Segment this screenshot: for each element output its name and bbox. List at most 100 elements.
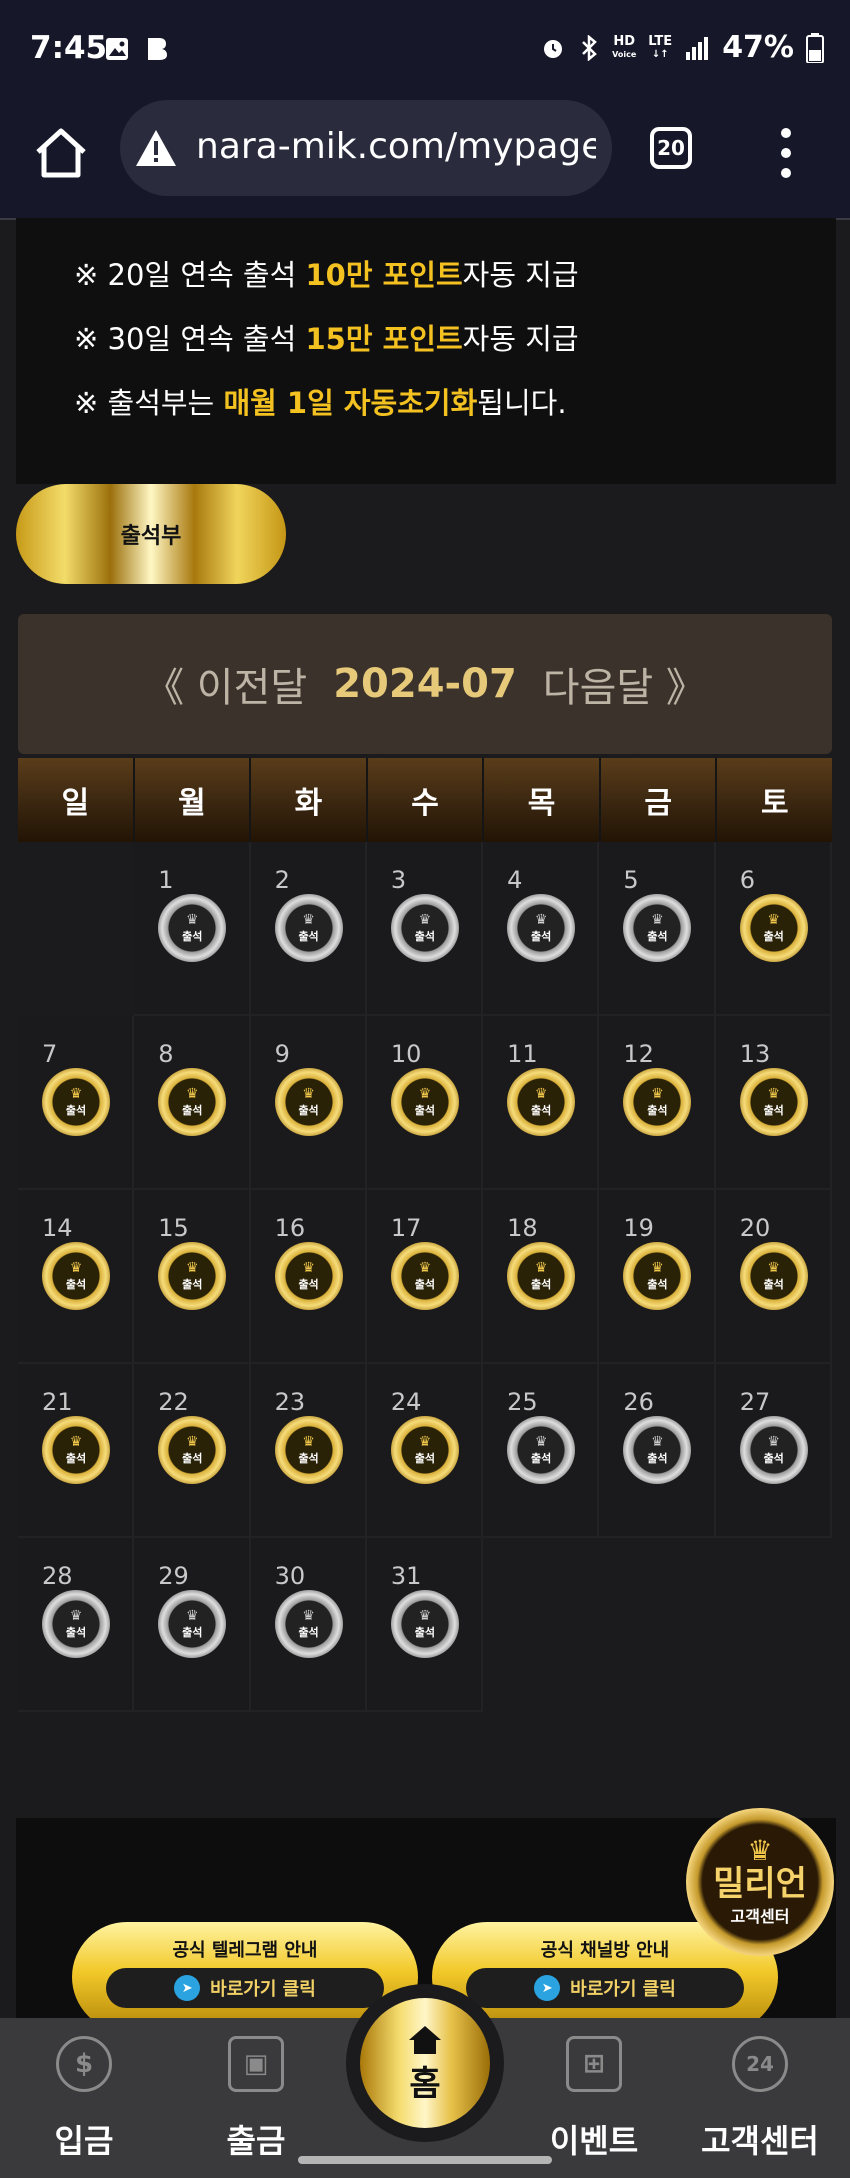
attendance-stamp-unchecked: ♛ 출석: [158, 894, 227, 962]
calendar-day: 31 ♛ 출석: [366, 1538, 484, 1712]
day-number: 26: [623, 1388, 654, 1416]
calendar-day: 9 ♛ 출석: [250, 1016, 367, 1190]
stamp-label: 출석: [763, 1277, 784, 1291]
gallery-icon: [106, 38, 128, 60]
telegram-banner[interactable]: 공식 텔레그램 안내 ➤ 바로가기 클릭: [72, 1922, 418, 2018]
crown-icon: ♛: [418, 1259, 432, 1276]
customer-center-badge[interactable]: ♛ 밀리언 고객센터: [686, 1808, 834, 1956]
stamp-label: 출석: [647, 1277, 668, 1291]
nav-home[interactable]: 홈: [346, 1984, 504, 2142]
day-number: 25: [507, 1388, 538, 1416]
day-number: 27: [739, 1388, 771, 1416]
calendar-day: 22 ♛ 출석: [134, 1364, 251, 1538]
calendar-day: 5 ♛ 출석: [599, 842, 716, 1016]
stamp-label: 출석: [531, 1277, 552, 1291]
weekday-thu: 목: [484, 758, 601, 842]
attendance-book-button[interactable]: 출석부: [16, 484, 286, 584]
stamp-label: 출석: [647, 929, 668, 943]
browser-toolbar: nara-mik.com/mypage 20: [0, 100, 850, 220]
stamp-label: 출석: [763, 1451, 784, 1465]
calendar-day: 17 ♛ 출석: [366, 1190, 484, 1364]
address-bar[interactable]: nara-mik.com/mypage: [120, 100, 612, 196]
crown-icon: ♛: [186, 1085, 199, 1102]
crown-icon: ♛: [302, 1259, 315, 1276]
calendar-week: 21 ♛ 출석 22 ♛ 출석 23 ♛ 출석 24 ♛ 출석 25 ♛ 출석 26 ♛ 출석 27 ♛ 출석: [18, 1364, 832, 1538]
attendance-stamp-checked: ♛ 출석: [623, 1068, 692, 1136]
url-text[interactable]: nara-mik.com/mypage: [196, 126, 596, 167]
attendance-stamp-checked: ♛ 출석: [507, 1068, 576, 1136]
battery-percent: 47%: [722, 30, 794, 65]
attendance-stamp-checked: ♛ 출석: [507, 1242, 576, 1310]
nav-deposit[interactable]: $ 입금: [14, 2036, 154, 2162]
attendance-stamp-checked: ♛ 출석: [390, 1416, 459, 1484]
crown-icon: ♛: [534, 1259, 548, 1276]
calendar-week: 1 ♛ 출석 2 ♛ 출석 3 ♛ 출석 4 ♛ 출석 5 ♛ 출석 6 ♛ 출석: [18, 842, 832, 1016]
day-number: 1: [158, 866, 174, 894]
calendar-day: 24 ♛ 출석: [366, 1364, 484, 1538]
crown-icon: ♛: [418, 911, 432, 928]
calendar-day: 10 ♛ 출석: [366, 1016, 484, 1190]
crown-icon: ♛: [302, 1607, 315, 1624]
current-month: 2024-07: [333, 661, 517, 707]
lte-indicator: LTE ↓↑: [648, 33, 673, 60]
stamp-label: 출석: [647, 1103, 668, 1117]
status-time: 7:45: [30, 30, 108, 66]
prev-month-link[interactable]: 《 이전달: [144, 655, 307, 713]
stamp-label: 출석: [647, 1451, 668, 1465]
home-icon: [409, 2025, 441, 2054]
crown-icon: ♛: [651, 911, 664, 928]
attendance-stamp-checked: ♛ 출석: [623, 1242, 692, 1310]
overflow-menu-icon[interactable]: [778, 128, 794, 178]
attendance-stamp-checked: ♛ 출석: [42, 1068, 110, 1136]
telegram-go-button[interactable]: ➤ 바로가기 클릭: [106, 1968, 384, 2008]
crown-icon: ♛: [651, 1259, 664, 1276]
calendar-week: 14 ♛ 출석 15 ♛ 출석 16 ♛ 출석 17 ♛ 출석 18 ♛ 출석 19 ♛ 출석 20 ♛ 출석: [18, 1190, 832, 1364]
attendance-stamp-checked: ♛ 출석: [158, 1068, 227, 1136]
stamp-label: 출석: [65, 1625, 87, 1639]
day-number: 19: [623, 1214, 654, 1242]
support-24-icon: 24: [732, 2036, 788, 2092]
next-month-link[interactable]: 다음달 》: [543, 655, 706, 713]
stamp-label: 출석: [182, 1277, 203, 1291]
stamp-label: 출석: [298, 1277, 319, 1291]
notice-line: ※ 30일 연속 출석 15만 포인트자동 지급: [74, 322, 579, 356]
attendance-stamp-unchecked: ♛ 출석: [507, 894, 576, 962]
crown-icon: ♛: [69, 1607, 83, 1624]
attendance-stamp-unchecked: ♛ 출석: [623, 1416, 692, 1484]
channel-go-button[interactable]: ➤ 바로가기 클릭: [466, 1968, 744, 2008]
nav-support[interactable]: 24 고객센터: [690, 2036, 830, 2162]
calendar-day: 18 ♛ 출석: [483, 1190, 600, 1364]
nav-event[interactable]: ⊞ 이벤트: [524, 2036, 664, 2162]
day-number: 31: [390, 1562, 422, 1590]
crown-icon: ♛: [302, 1433, 315, 1450]
calendar-day: 16 ♛ 출석: [250, 1190, 367, 1364]
attendance-stamp-checked: ♛ 출석: [158, 1242, 227, 1310]
attendance-stamp-checked: ♛ 출석: [739, 1242, 808, 1310]
crown-icon: ♛: [69, 1433, 83, 1450]
attendance-stamp-checked: ♛ 출석: [390, 1242, 459, 1310]
attendance-stamp-checked: ♛ 출석: [274, 1416, 343, 1484]
gesture-bar[interactable]: [298, 2156, 552, 2164]
day-number: 22: [158, 1388, 189, 1416]
day-number: 28: [42, 1562, 73, 1590]
attendance-stamp-checked: ♛ 출석: [274, 1242, 343, 1310]
calendar-empty-cell: [483, 1538, 600, 1712]
warning-icon[interactable]: [134, 128, 178, 168]
day-number: 14: [42, 1214, 73, 1242]
stamp-label: 출석: [298, 1103, 319, 1117]
crown-icon: ♛: [186, 1433, 199, 1450]
battery-icon: [806, 32, 824, 63]
notice-line: ※ 20일 연속 출석 10만 포인트자동 지급: [74, 258, 579, 292]
gift-icon: ⊞: [566, 2036, 622, 2092]
calendar-day: 12 ♛ 출석: [599, 1016, 716, 1190]
attendance-stamp-unchecked: ♛ 출석: [739, 1416, 808, 1484]
attendance-stamp-checked: ♛ 출석: [158, 1416, 227, 1484]
browser-home-icon[interactable]: [30, 122, 92, 184]
crown-icon: ♛: [418, 1433, 432, 1450]
nav-withdraw[interactable]: ▣ 출금: [186, 2036, 326, 2162]
crown-icon: ♛: [651, 1433, 664, 1450]
stamp-label: 출석: [65, 1451, 87, 1465]
tab-switcher-button[interactable]: 20: [650, 127, 692, 169]
day-number: 11: [507, 1040, 538, 1068]
day-number: 8: [158, 1040, 174, 1068]
